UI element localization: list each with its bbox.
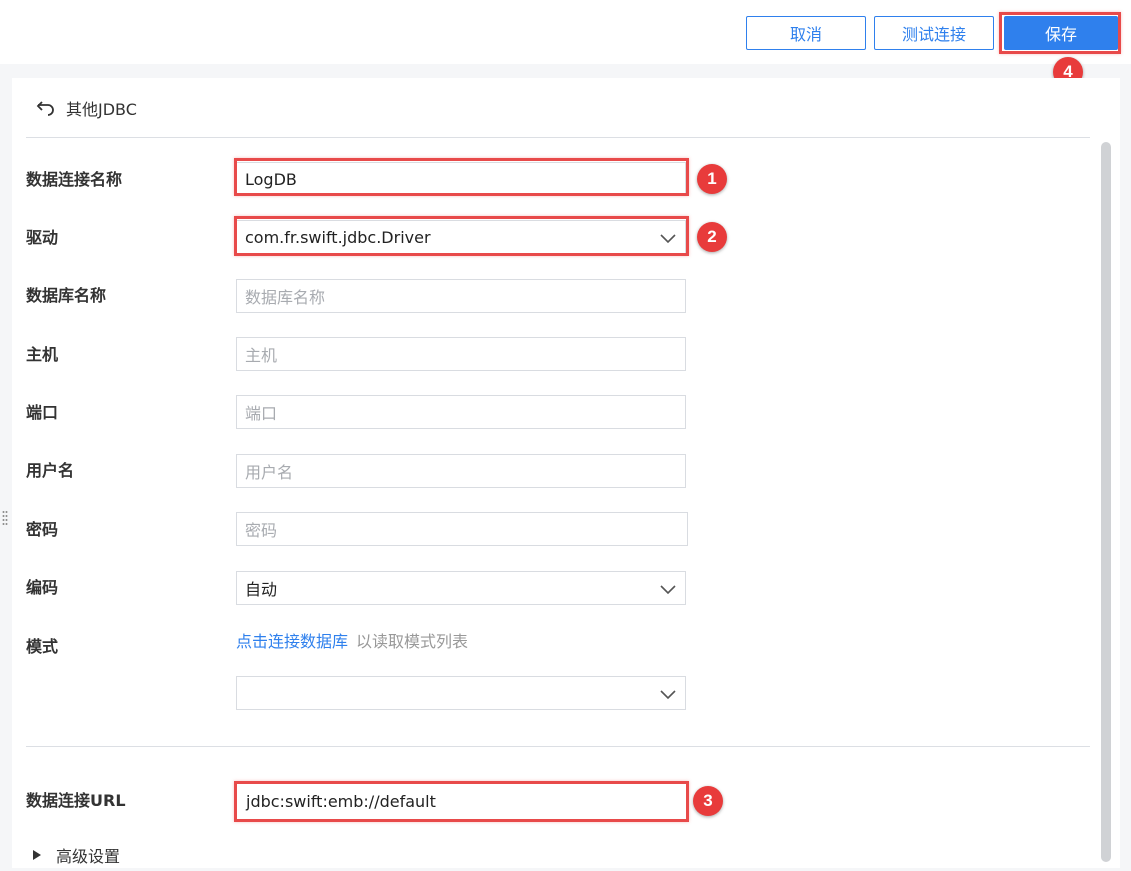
host-label: 主机 [26,345,59,364]
username-label: 用户名 [26,461,75,480]
port-placeholder: 端口 [245,404,278,423]
url-divider [26,746,1090,747]
mode-hint-row: 点击连接数据库 以读取模式列表 [236,630,468,654]
url-label: 数据连接URL [26,791,126,810]
header-divider [26,137,1090,138]
annotation-badge-3: 3 [693,786,723,816]
mode-label: 模式 [26,637,59,656]
drag-handle-icon[interactable] [2,510,8,532]
username-placeholder: 用户名 [245,463,294,482]
encoding-label: 编码 [26,578,59,597]
connection-name-label: 数据连接名称 [26,170,123,189]
database-name-label: 数据库名称 [26,286,107,305]
vertical-scrollbar[interactable] [1101,142,1111,862]
username-input[interactable]: 用户名 [236,454,686,488]
chevron-down-icon [660,585,676,595]
advanced-settings-toggle[interactable]: 高级设置 [32,843,120,867]
annotation-badge-1: 1 [697,164,727,194]
cancel-button[interactable]: 取消 [746,16,866,50]
back-link-label: 其他JDBC [66,100,137,119]
undo-arrow-icon [36,101,54,116]
connect-database-link[interactable]: 点击连接数据库 [236,632,348,651]
password-label: 密码 [26,520,59,539]
port-input[interactable]: 端口 [236,395,686,429]
url-highlight [234,781,689,822]
annotation-badge-2: 2 [697,222,727,252]
back-link[interactable]: 其他JDBC [36,96,137,120]
connection-name-highlight [234,158,689,196]
host-placeholder: 主机 [245,346,278,365]
encoding-select[interactable]: 自动 [236,571,686,605]
driver-highlight [234,216,689,256]
driver-label: 驱动 [26,228,59,247]
chevron-down-icon [660,690,676,700]
encoding-value: 自动 [245,580,278,599]
port-label: 端口 [26,403,59,422]
database-name-input[interactable]: 数据库名称 [236,279,686,313]
test-connection-button[interactable]: 测试连接 [874,16,994,50]
host-input[interactable]: 主机 [236,337,686,371]
advanced-settings-label: 高级设置 [56,847,121,866]
database-name-placeholder: 数据库名称 [245,288,326,307]
caret-right-icon [33,850,41,860]
mode-hint: 以读取模式列表 [356,632,469,651]
save-highlight [999,12,1121,54]
mode-select[interactable] [236,676,686,710]
password-input[interactable]: 密码 [236,512,688,546]
password-placeholder: 密码 [245,521,278,540]
